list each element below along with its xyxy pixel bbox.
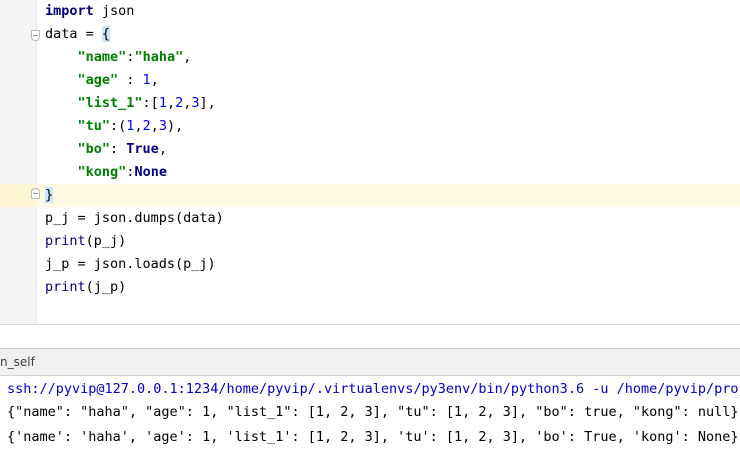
fold-close-icon[interactable] — [31, 188, 40, 199]
console-output-line: {'name': 'haha', 'age': 1, 'list_1': [1,… — [7, 429, 739, 445]
code-line-1[interactable]: import json — [45, 0, 224, 23]
code-line-4[interactable]: "age" : 1, — [45, 69, 224, 92]
panel-splitter[interactable] — [0, 324, 740, 348]
code-lines[interactable]: import json data = { "name":"haha", "age… — [45, 0, 224, 299]
code-line-6[interactable]: "tu":(1,2,3), — [45, 115, 224, 138]
code-line-2[interactable]: data = { — [45, 23, 224, 46]
code-line-12[interactable]: j_p = json.loads(p_j) — [45, 253, 224, 276]
code-line-10[interactable]: p_j = json.dumps(data) — [45, 207, 224, 230]
editor-gutter[interactable] — [0, 0, 37, 324]
fold-open-icon[interactable] — [31, 30, 40, 41]
console-command-line[interactable]: ssh://pyvip@127.0.0.1:1234/home/pyvip/.v… — [7, 378, 740, 400]
console-output-line: {"name": "haha", "age": 1, "list_1": [1,… — [7, 404, 739, 420]
matched-brace-open: { — [101, 26, 111, 42]
run-console[interactable]: ssh://pyvip@127.0.0.1:1234/home/pyvip/.v… — [0, 376, 740, 456]
code-editor[interactable]: import json data = { "name":"haha", "age… — [0, 0, 740, 324]
run-tab[interactable]: n_self — [0, 355, 35, 369]
code-line-13[interactable]: print(j_p) — [45, 276, 224, 299]
code-line-7[interactable]: "bo": True, — [45, 138, 224, 161]
code-line-8[interactable]: "kong":None — [45, 161, 224, 184]
matched-brace-close: } — [45, 187, 54, 203]
code-line-5[interactable]: "list_1":[1,2,3], — [45, 92, 224, 115]
code-line-9[interactable]: } — [45, 184, 224, 207]
run-panel-header: n_self — [0, 348, 740, 376]
code-line-3[interactable]: "name":"haha", — [45, 46, 224, 69]
code-line-11[interactable]: print(p_j) — [45, 230, 224, 253]
